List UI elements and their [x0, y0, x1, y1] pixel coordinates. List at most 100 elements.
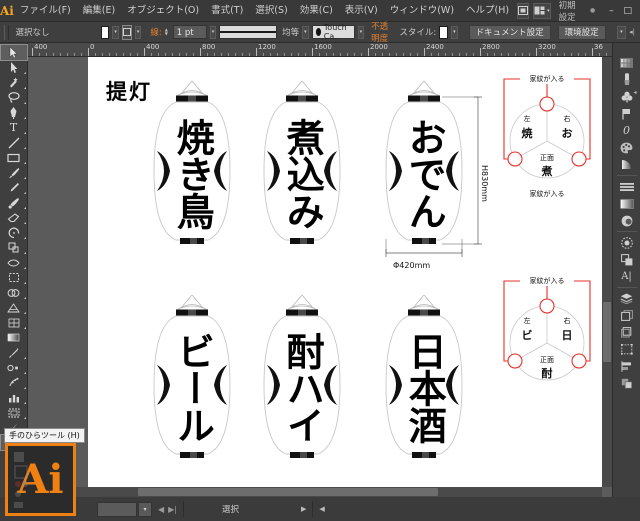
tool-artboard[interactable] [1, 405, 27, 420]
tool-mesh[interactable] [1, 315, 27, 330]
maximize-button[interactable]: □ [620, 2, 636, 20]
menu-help[interactable]: ヘルプ(H) [460, 0, 515, 22]
status-collapse-icon[interactable]: ◀ [319, 505, 324, 513]
stroke-swatch[interactable] [121, 24, 132, 40]
menu-window[interactable]: ウィンドウ(W) [384, 0, 460, 22]
taskbar-ai-icon[interactable]: Ai [5, 443, 76, 516]
control-bar-menu-icon[interactable]: ◂| [629, 28, 635, 36]
tool-blob-brush[interactable] [1, 195, 27, 210]
zoom-dropdown-icon[interactable]: ▾ [138, 501, 152, 517]
status-menu-icon[interactable]: ▶ [301, 505, 306, 513]
panel-align[interactable] [615, 178, 639, 195]
vertical-scrollbar[interactable] [602, 57, 612, 487]
tool-free-transform[interactable] [1, 270, 27, 285]
document-setup-button[interactable]: ドキュメント設定 [468, 24, 551, 40]
tool-pencil[interactable] [1, 180, 27, 195]
workspace-switcher[interactable]: 初期設定 [553, 0, 590, 23]
stroke-weight-stepper[interactable]: ▲ ▼ [165, 26, 170, 39]
panel-character[interactable]: A| [615, 268, 639, 285]
panel-artboards[interactable] [615, 307, 639, 324]
lantern-nikomi[interactable]: 煮込み [260, 79, 344, 264]
status-text[interactable]: 選択 [222, 503, 239, 515]
screen-mode-icon[interactable] [517, 2, 530, 19]
artboard[interactable]: 提灯 焼き鳥 煮込み おでん H830mm Φ420mm ビール 酎ハイ 日本酒… [88, 57, 602, 487]
tool-eraser[interactable] [1, 210, 27, 225]
style-dropdown-icon[interactable]: ▾ [451, 25, 458, 39]
menu-edit[interactable]: 編集(E) [77, 0, 121, 22]
tool-rotate[interactable] [1, 225, 27, 240]
stroke-weight-dropdown-icon[interactable]: ▾ [209, 25, 217, 39]
tool-symbol-sprayer[interactable] [1, 375, 27, 390]
stroke-weight-field[interactable]: 1 pt [172, 25, 207, 39]
minimize-button[interactable]: – [603, 2, 619, 20]
tool-selection[interactable] [0, 44, 28, 61]
tool-rectangle[interactable] [1, 150, 27, 165]
panel-graphic-styles[interactable] [615, 234, 639, 251]
dock-collapse-icon[interactable]: ◂ [631, 88, 639, 97]
panel-color-guide[interactable] [615, 54, 639, 71]
panel-layers[interactable] [615, 290, 639, 307]
artboard-prev-icon[interactable]: ◀ [158, 505, 164, 514]
control-bar-overflow-icon[interactable]: ▾ [616, 25, 627, 39]
arrange-documents-icon[interactable]: ▾ [533, 2, 551, 19]
menu-object[interactable]: オブジェクト(O) [121, 0, 205, 22]
lantern-beer[interactable]: ビール [150, 293, 234, 478]
tool-lasso[interactable] [1, 90, 27, 105]
tool-scale[interactable] [1, 240, 27, 255]
panel-color[interactable] [615, 139, 639, 156]
canvas-area[interactable]: 提灯 焼き鳥 煮込み おでん H830mm Φ420mm ビール 酎ハイ 日本酒… [28, 57, 612, 497]
panel-transform[interactable] [615, 341, 639, 358]
menu-type[interactable]: 書式(T) [205, 0, 249, 22]
graphic-style-swatch[interactable] [439, 25, 449, 39]
horizontal-ruler[interactable]: 400 0 400 800 1200 1600 2000 2400 2800 3200 36 [28, 43, 612, 57]
brush-definition[interactable]: Touch Ca.. [311, 23, 355, 41]
stroke-dropdown-icon[interactable]: ▾ [134, 25, 142, 39]
panel-appearance[interactable] [615, 212, 639, 229]
lantern-nihonshu[interactable]: 日本酒 [382, 293, 466, 478]
tool-magic-wand[interactable] [1, 75, 27, 90]
crest-diagram-bottom[interactable]: 家紋が入る 左 右 ビ 日 正面 酎 [492, 271, 602, 411]
tool-paintbrush[interactable] [1, 165, 27, 180]
close-button[interactable]: ✕ [636, 2, 640, 20]
fill-swatch[interactable] [100, 25, 110, 39]
tool-direct-selection[interactable] [1, 60, 27, 75]
lantern-yakitori[interactable]: 焼き鳥 [150, 79, 234, 264]
menu-view[interactable]: 表示(V) [339, 0, 384, 22]
tool-type[interactable]: T [1, 120, 27, 135]
stroke-profile-preview[interactable] [219, 25, 278, 39]
control-bar-grip[interactable] [4, 24, 9, 40]
artboard-next-icon[interactable]: ▶| [168, 505, 177, 514]
tool-width[interactable] [1, 255, 27, 270]
menu-select[interactable]: 選択(S) [249, 0, 293, 22]
vertical-scroll-thumb[interactable] [603, 302, 611, 362]
opacity-label[interactable]: 不透明度 [371, 20, 392, 44]
panel-align-objects[interactable] [615, 358, 639, 375]
fill-dropdown-icon[interactable]: ▾ [112, 25, 119, 39]
horizontal-scroll-thumb[interactable] [138, 488, 438, 496]
preferences-button[interactable]: 環境設定 [557, 24, 606, 40]
tool-gradient[interactable] [1, 330, 27, 345]
panel-gradient[interactable] [615, 156, 639, 173]
panel-transparency[interactable] [615, 195, 639, 212]
menu-effect[interactable]: 効果(C) [294, 0, 339, 22]
panel-flag[interactable] [615, 105, 639, 122]
tool-pen[interactable] [1, 105, 27, 120]
zoom-level-field[interactable] [97, 501, 137, 517]
crest-diagram-top[interactable]: 家紋が入る 左 右 焼 お 正面 煮 家紋が入る [492, 69, 602, 209]
horizontal-scrollbar[interactable] [28, 487, 602, 497]
menu-file[interactable]: ファイル(F) [14, 0, 77, 22]
tool-line-segment[interactable] [1, 135, 27, 150]
tool-blend[interactable] [1, 360, 27, 375]
tool-shape-builder[interactable] [1, 285, 27, 300]
lantern-chuhai[interactable]: 酎ハイ [260, 293, 344, 478]
stroke-profile-dropdown-icon[interactable]: ▾ [302, 25, 309, 39]
tool-column-graph[interactable] [1, 390, 27, 405]
panel-pathfinder[interactable] [615, 251, 639, 268]
panel-links[interactable] [615, 324, 639, 341]
tool-perspective-grid[interactable] [1, 300, 27, 315]
panel-stroke[interactable]: 0 [615, 122, 639, 139]
tool-eyedropper[interactable] [1, 345, 27, 360]
artboard-navigation[interactable]: ◀ ▶| [158, 505, 177, 514]
panel-brushes[interactable] [615, 71, 639, 88]
panel-pathfinder-shapes[interactable] [615, 375, 639, 392]
